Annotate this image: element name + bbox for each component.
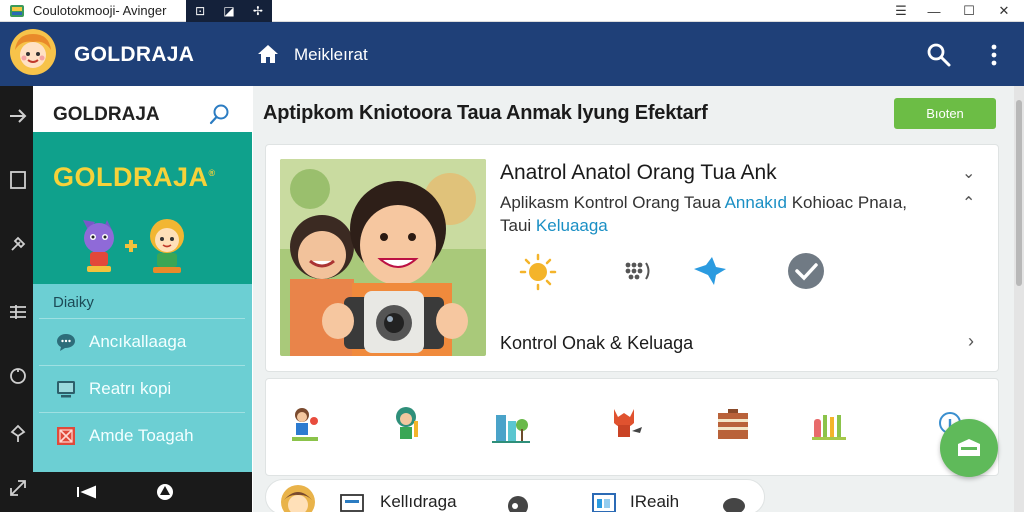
app-icons-strip (265, 378, 999, 476)
chevron-down-icon[interactable]: ⌄ (962, 163, 975, 183)
bird-icon[interactable] (690, 251, 730, 291)
chat-icon (57, 333, 75, 351)
drawer-item-label: Ancıkallaaga (89, 331, 187, 351)
dots-icon[interactable] (618, 251, 658, 291)
desc-highlight[interactable]: Annakıd (725, 193, 787, 212)
card-description: Aplikasm Kontrol Orang Taua Annakıd Kohi… (500, 191, 940, 237)
list-icon[interactable] (8, 302, 28, 322)
toolbar-screen-icon[interactable]: ⊡ (195, 0, 205, 22)
toolbar-pin-icon[interactable]: ✢ (253, 0, 263, 22)
back-arrow-icon[interactable] (75, 484, 97, 500)
paint-icon[interactable] (808, 403, 850, 445)
calendar-icon[interactable] (592, 492, 616, 512)
drawer-search-icon[interactable] (208, 102, 232, 126)
app-header: GOLDRAJA Meikleırat (0, 22, 1024, 86)
desc-highlight[interactable]: Keluaaga (536, 216, 608, 235)
drawer-item-label: Amde Toagah (89, 425, 194, 445)
card-footer-link[interactable]: Kontrol Onak & Keluaga (500, 333, 693, 354)
sun-icon[interactable] (518, 251, 558, 291)
square-icon[interactable] (8, 170, 28, 190)
mascots-illustration-icon (83, 219, 184, 273)
minimize-button[interactable]: — (918, 0, 950, 22)
drawer-section-label: Diaiky (53, 294, 94, 311)
monitor-icon (57, 380, 75, 397)
desc-text: Kohioac Pnaıa, (786, 193, 908, 212)
kids-camera-photo-icon (280, 159, 486, 356)
window-title-bar: Coulotokmooji- Avinger ⊡ ◪ ✢ ☰ — ☐ ✕ (0, 0, 1024, 22)
close-button[interactable]: ✕ (988, 0, 1020, 22)
bottom-bar-label-1[interactable]: Kellıdraga (380, 492, 457, 512)
chevron-right-icon[interactable]: › (968, 331, 974, 352)
page-heading: Aptipkom Kniotoora Taua Anmak lyung Efek… (263, 102, 708, 124)
main-content: Aptipkom Kniotoora Taua Anmak lyung Efek… (253, 86, 1024, 512)
search-icon[interactable] (926, 42, 952, 68)
arrow-right-icon[interactable] (8, 106, 28, 126)
banner-logo-mark: ® (208, 168, 216, 178)
banner-logo-text: GOLDRAJA (53, 162, 209, 192)
chevron-up-icon[interactable]: ⌃ (962, 193, 975, 213)
drawer-bottom-bar (33, 472, 252, 512)
drawer-item-monitor[interactable]: Reatrı kopi (39, 365, 245, 411)
brand-name: GOLDRAJA (74, 43, 195, 66)
floating-action-button[interactable] (940, 419, 998, 477)
bottom-bar-label-2[interactable]: IReaih (630, 492, 679, 512)
feature-card[interactable]: Anatrol Anatol Orang Tua Ank ⌄ ⌃ Aplikas… (265, 144, 999, 372)
expand-icon[interactable] (8, 478, 28, 498)
link-icon[interactable] (506, 492, 530, 512)
user-avatar-icon[interactable] (280, 484, 316, 512)
home-icon[interactable] (257, 43, 279, 65)
drawer-item-flag[interactable]: Amde Toagah (39, 412, 245, 458)
banner-logo: GOLDRAJA® (53, 162, 216, 193)
check-icon[interactable] (786, 251, 826, 291)
left-rail (0, 86, 33, 512)
scrollbar-thumb[interactable] (1016, 100, 1022, 286)
toolbar-layers-icon[interactable]: ◪ (223, 0, 234, 22)
circle-icon[interactable] (8, 366, 28, 386)
action-button[interactable]: Bıoten (894, 98, 996, 129)
slideshow-icon[interactable] (340, 492, 364, 512)
drawer-item-label: Reatrı kopi (89, 378, 172, 398)
menu-icon[interactable]: ☰ (885, 0, 917, 22)
home-nav-label[interactable]: Meikleırat (294, 45, 368, 65)
drawer-title: GOLDRAJA (53, 104, 160, 125)
drawer-banner: GOLDRAJA® Diaiky Ancıkallaaga Reatrı kop… (33, 132, 252, 472)
bottom-shortcut-bar: Kellıdraga IReaih (265, 479, 765, 512)
drawer-item-chat[interactable]: Ancıkallaaga (39, 318, 245, 364)
navigation-drawer: GOLDRAJA GOLDRAJA® Diaiky Ancıkallaaga R… (33, 86, 253, 512)
flag-icon (57, 426, 75, 445)
chest-icon[interactable] (712, 403, 754, 445)
kid-green-icon[interactable] (386, 403, 428, 445)
desc-text: Aplikasm Kontrol Orang Taua (500, 193, 725, 212)
card-title: Anatrol Anatol Orang Tua Ank (500, 161, 777, 184)
kid-flower-icon[interactable] (284, 403, 326, 445)
window-toolbar: ⊡ ◪ ✢ (186, 0, 272, 22)
maximize-button[interactable]: ☐ (953, 0, 985, 22)
recycle-icon[interactable] (155, 482, 175, 502)
pin-icon[interactable] (8, 424, 28, 444)
window-title: Coulotokmooji- Avinger (33, 3, 167, 18)
fox-icon[interactable] (604, 403, 646, 445)
tool-icon[interactable] (8, 234, 28, 254)
logo-avatar-icon[interactable] (9, 28, 57, 76)
more-vert-icon[interactable] (984, 42, 1004, 68)
city-icon[interactable] (490, 403, 532, 445)
app-icon (10, 5, 24, 17)
cloud-icon[interactable] (722, 492, 746, 512)
scrollbar[interactable] (1014, 86, 1024, 512)
desc-text: Taui (500, 216, 536, 235)
fab-briefcase-icon (958, 439, 980, 456)
